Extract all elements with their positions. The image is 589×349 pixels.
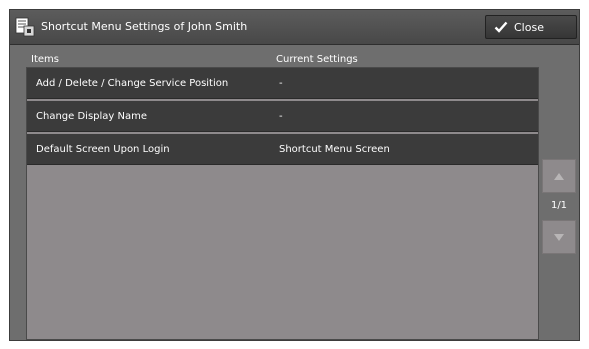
item-label: Change Display Name [36, 111, 148, 122]
item-label: Default Screen Upon Login [36, 144, 170, 155]
close-button[interactable]: Close [485, 15, 577, 39]
triangle-up-icon [554, 173, 564, 180]
column-header-items: Items [31, 54, 59, 65]
window-title: Shortcut Menu Settings of John Smith [41, 20, 248, 33]
close-button-label: Close [514, 21, 544, 34]
triangle-down-icon [554, 234, 564, 241]
scroll-up-button[interactable] [542, 159, 576, 193]
settings-document-icon [15, 17, 35, 37]
list-item-change-display-name[interactable]: Change Display Name - [27, 101, 538, 132]
dialog-window: Shortcut Menu Settings of John Smith Clo… [9, 9, 580, 341]
item-label: Add / Delete / Change Service Position [36, 78, 229, 89]
title-bar: Shortcut Menu Settings of John Smith Clo… [10, 10, 579, 45]
column-header-current-settings: Current Settings [276, 54, 358, 65]
scroll-down-button[interactable] [542, 220, 576, 254]
page-indicator: 1/1 [550, 200, 568, 211]
list-item-default-screen-upon-login[interactable]: Default Screen Upon Login Shortcut Menu … [27, 134, 538, 165]
item-setting: Shortcut Menu Screen [279, 144, 390, 155]
item-setting: - [279, 111, 283, 122]
item-setting: - [279, 78, 283, 89]
checkmark-icon [494, 21, 508, 33]
settings-list: Add / Delete / Change Service Position -… [26, 67, 539, 340]
list-item-add-delete-change-service-position[interactable]: Add / Delete / Change Service Position - [27, 68, 538, 99]
